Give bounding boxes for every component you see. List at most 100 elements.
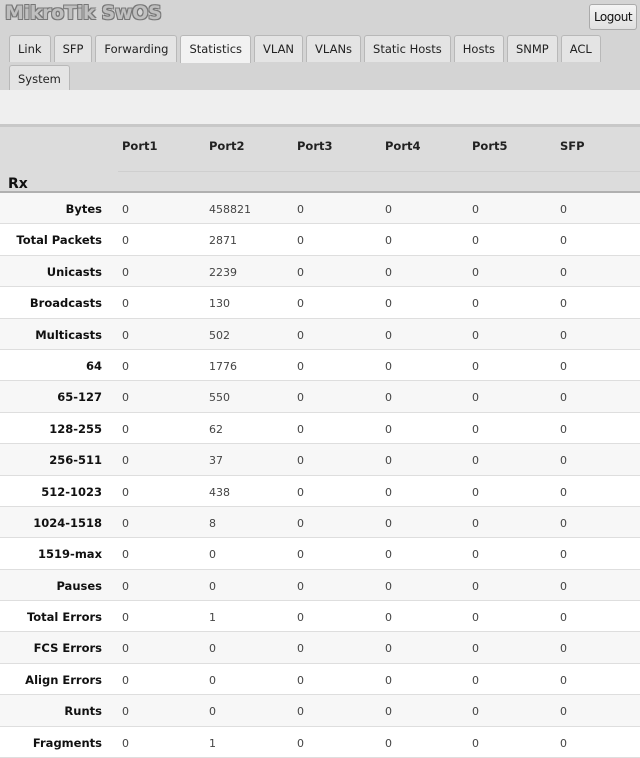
row-label: 512-1023 [41, 484, 102, 499]
cell-value: 0 [472, 611, 479, 625]
tab-sfp[interactable]: SFP [53, 35, 93, 62]
cell-value: 458821 [209, 203, 251, 216]
table-row: Unicasts 0 2239 0 0 0 0 [0, 255, 640, 288]
row-label: 64 [85, 358, 102, 373]
cell-value: 0 [385, 391, 392, 405]
row-label: Runts [64, 704, 102, 719]
column-header-port4: Port4 [385, 139, 421, 153]
cell-value: 2239 [209, 265, 237, 279]
cell-value: 0 [385, 297, 392, 311]
cell-value: 0 [297, 736, 304, 750]
cell-value: 0 [560, 611, 567, 625]
tab-vlan[interactable]: VLAN [254, 35, 304, 62]
cell-value: 0 [385, 516, 392, 530]
cell-value: 0 [122, 485, 129, 499]
cell-value: 0 [297, 516, 304, 530]
cell-value: 1 [209, 736, 216, 750]
cell-value: 0 [297, 548, 304, 562]
cell-value: 0 [560, 579, 567, 593]
tab-hosts[interactable]: Hosts [453, 35, 504, 62]
column-header-port2: Port2 [209, 139, 245, 153]
tab-acl[interactable]: ACL [560, 35, 601, 62]
table-row: 128-255 0 62 0 0 0 0 [0, 412, 640, 445]
tab-static-hosts[interactable]: Static Hosts [364, 35, 451, 62]
cell-value: 0 [209, 548, 216, 562]
cell-value: 0 [122, 328, 129, 342]
row-label: Unicasts [46, 264, 102, 279]
table-row: FCS Errors 0 0 0 0 0 0 [0, 632, 640, 664]
row-label: 256-511 [49, 453, 102, 468]
cell-value: 0 [122, 516, 129, 530]
cell-value: 0 [472, 642, 479, 656]
cell-value: 0 [297, 359, 304, 373]
cell-value: 438 [209, 485, 230, 499]
cell-value: 0 [560, 485, 567, 499]
cell-value: 0 [122, 705, 129, 719]
cell-value: 0 [122, 454, 129, 468]
row-label: Fragments [32, 735, 102, 750]
cell-value: 0 [560, 673, 567, 687]
cell-value: 2871 [209, 234, 237, 248]
cell-value: 0 [472, 548, 479, 562]
cell-value: 0 [122, 297, 129, 311]
cell-value: 0 [297, 265, 304, 279]
row-label: Total Packets [16, 233, 102, 248]
cell-value: 0 [385, 673, 392, 687]
row-label: Total Errors [26, 610, 102, 625]
table-header: Port1 Port2 Port3 Port4 Port5 SFP Rx [0, 124, 640, 193]
cell-value: 0 [472, 297, 479, 311]
cell-value: 0 [122, 673, 129, 687]
tab-snmp[interactable]: SNMP [506, 35, 558, 62]
cell-value: 0 [122, 579, 129, 593]
stats-rows: Bytes 0 458821 0 0 0 0 Total Packets 0 2871 0 0 0 0 Un… [0, 193, 640, 758]
cell-value: 0 [472, 391, 479, 405]
cell-value: 0 [560, 548, 567, 562]
cell-value: 0 [385, 234, 392, 248]
statistics-panel: Port1 Port2 Port3 Port4 Port5 SFP Rx Byt… [0, 124, 640, 758]
column-header-port5: Port5 [472, 139, 508, 153]
cell-value: 0 [385, 548, 392, 562]
cell-value: 0 [472, 579, 479, 593]
cell-value: 0 [560, 422, 567, 436]
cell-value: 0 [385, 579, 392, 593]
cell-value: 0 [297, 705, 304, 719]
cell-value: 0 [122, 611, 129, 625]
column-header-port3: Port3 [297, 139, 333, 153]
cell-value: 62 [209, 422, 223, 436]
row-label: 1519-max [38, 547, 102, 562]
column-header-sfp: SFP [560, 139, 585, 153]
cell-value: 0 [560, 328, 567, 342]
tab-system[interactable]: System [9, 65, 70, 92]
tab-vlans[interactable]: VLANs [306, 35, 362, 62]
cell-value: 0 [385, 611, 392, 625]
cell-value: 0 [297, 673, 304, 687]
table-row: 64 0 1776 0 0 0 0 [0, 349, 640, 382]
cell-value: 0 [472, 736, 479, 750]
cell-value: 0 [122, 736, 129, 750]
cell-value: 0 [560, 234, 567, 248]
header-divider [118, 171, 640, 172]
tab-row: System [9, 65, 639, 92]
cell-value: 0 [297, 328, 304, 342]
logout-button[interactable]: Logout [589, 4, 637, 30]
cell-value: 8 [209, 516, 216, 530]
tab-link[interactable]: Link [9, 35, 51, 62]
cell-value: 0 [385, 485, 392, 499]
section-title-rx: Rx [8, 176, 28, 192]
tab-row: Link SFP Forwarding Statistics VLAN VLANs Stat… [9, 35, 639, 63]
cell-value: 0 [385, 642, 392, 656]
cell-value: 0 [297, 391, 304, 405]
cell-value: 0 [560, 454, 567, 468]
cell-value: 0 [297, 611, 304, 625]
cell-value: 0 [297, 579, 304, 593]
cell-value: 0 [297, 454, 304, 468]
tab-forwarding[interactable]: Forwarding [95, 35, 178, 62]
cell-value: 0 [122, 359, 129, 373]
table-row: Broadcasts 0 130 0 0 0 0 [0, 287, 640, 319]
cell-value: 0 [385, 422, 392, 436]
cell-value: 0 [385, 359, 392, 373]
column-header-port1: Port1 [122, 139, 158, 153]
table-row: 65-127 0 550 0 0 0 0 [0, 381, 640, 413]
tab-statistics[interactable]: Statistics [180, 35, 252, 63]
cell-value: 0 [472, 516, 479, 530]
